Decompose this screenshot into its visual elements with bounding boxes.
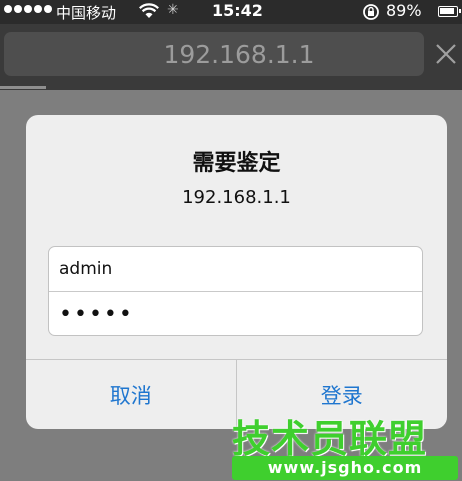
watermark-url: www.jsgho.com <box>232 456 458 480</box>
username-input[interactable]: admin <box>49 247 422 292</box>
watermark: 技术员联盟 www.jsgho.com <box>232 408 458 480</box>
page-load-progress <box>0 86 47 89</box>
cancel-button[interactable]: 取消 <box>26 360 237 429</box>
carrier-label: 中国移动 <box>56 4 117 22</box>
signal-icon <box>4 5 52 13</box>
battery-icon <box>438 6 461 17</box>
status-bar: 中国移动 ✳ 15:42 89% <box>0 0 462 24</box>
dialog-title: 需要鉴定 <box>192 151 281 176</box>
clock: 15:42 <box>212 1 263 20</box>
browser-toolbar: 192.168.1.1 <box>0 24 462 90</box>
close-icon[interactable] <box>434 42 458 66</box>
watermark-title: 技术员联盟 <box>232 417 428 461</box>
battery-percent: 89% <box>386 1 422 20</box>
url-field[interactable]: 192.168.1.1 <box>4 32 424 76</box>
auth-dialog: 需要鉴定 192.168.1.1 admin ••••• 取消 登录 <box>26 115 447 429</box>
credential-fields: admin ••••• <box>48 246 423 336</box>
dialog-host: 192.168.1.1 <box>182 187 291 208</box>
rotation-lock-icon <box>362 3 380 25</box>
activity-spinner-icon: ✳ <box>167 2 179 18</box>
wifi-icon <box>139 3 159 23</box>
password-input[interactable]: ••••• <box>49 292 422 335</box>
